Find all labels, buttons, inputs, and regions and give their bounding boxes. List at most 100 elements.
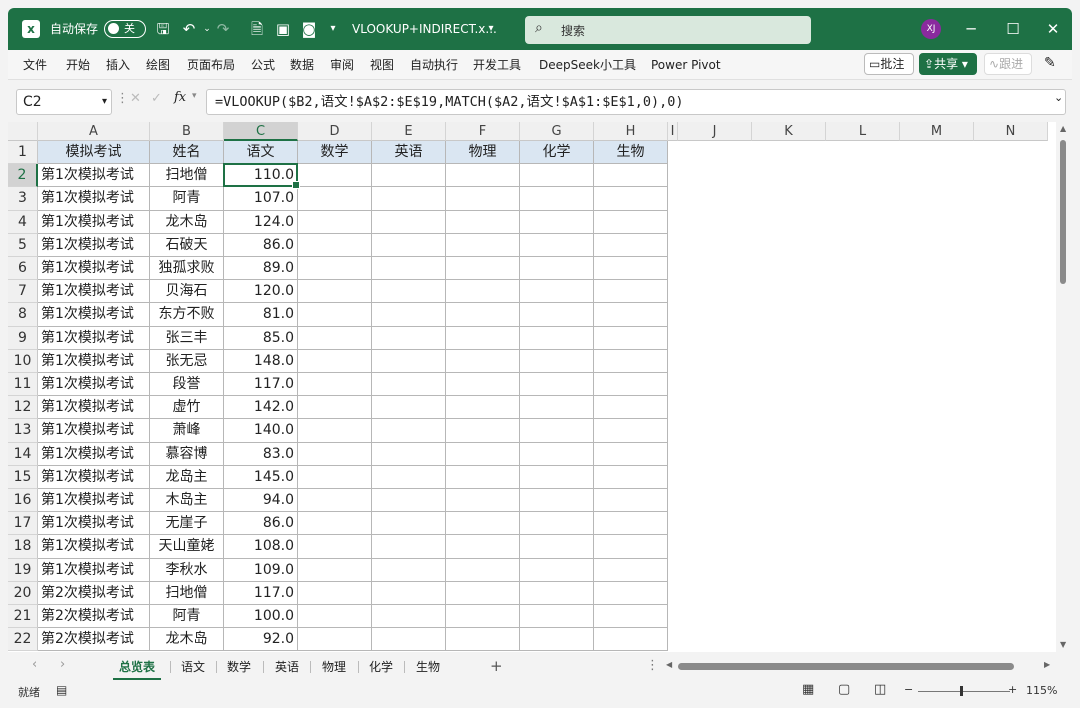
table-cell[interactable]: [372, 489, 446, 513]
table-cell[interactable]: [520, 558, 594, 582]
table-cell[interactable]: [372, 187, 446, 211]
table-cell[interactable]: 贝海石: [150, 280, 224, 304]
column-header-f[interactable]: F: [446, 122, 520, 141]
normal-view-icon[interactable]: ▦: [802, 682, 814, 697]
sheet-tab-physics[interactable]: 物理: [317, 656, 351, 678]
table-cell[interactable]: [372, 257, 446, 281]
row-header[interactable]: 12: [8, 396, 38, 420]
table-cell[interactable]: [372, 373, 446, 397]
sheet-tab-chinese[interactable]: 语文: [176, 656, 210, 678]
add-sheet-button[interactable]: +: [490, 657, 503, 675]
close-icon[interactable]: ✕: [1030, 8, 1076, 50]
table-cell[interactable]: 木岛主: [150, 489, 224, 513]
header-cell[interactable]: 姓名: [150, 141, 224, 165]
table-cell[interactable]: [594, 465, 668, 489]
file-name[interactable]: VLOOKUP+INDIRECT.x...: [352, 8, 497, 50]
table-cell[interactable]: [298, 628, 372, 652]
row-header[interactable]: 20: [8, 581, 38, 605]
table-cell[interactable]: [520, 233, 594, 257]
table-cell[interactable]: 94.0: [224, 489, 298, 513]
column-header-e[interactable]: E: [372, 122, 446, 141]
table-cell[interactable]: [520, 210, 594, 234]
table-cell[interactable]: 龙岛主: [150, 465, 224, 489]
sheet-tab-english[interactable]: 英语: [270, 656, 304, 678]
table-cell[interactable]: 117.0: [224, 581, 298, 605]
next-sheet-icon[interactable]: ›: [60, 657, 65, 672]
insert-function-icon[interactable]: fx: [174, 90, 186, 105]
table-cell[interactable]: 第2次模拟考试: [38, 581, 150, 605]
table-cell[interactable]: [372, 465, 446, 489]
table-cell[interactable]: 虚竹: [150, 396, 224, 420]
horizontal-scrollbar[interactable]: ◀ ▶: [666, 659, 1056, 673]
table-cell[interactable]: 第2次模拟考试: [38, 605, 150, 629]
column-header-l[interactable]: L: [826, 122, 900, 141]
tab-data[interactable]: 数据: [290, 50, 314, 80]
table-cell[interactable]: [520, 349, 594, 373]
table-cell[interactable]: 第2次模拟考试: [38, 628, 150, 652]
file-menu-chevron-icon[interactable]: ▾: [482, 20, 500, 38]
table-cell[interactable]: 阿青: [150, 605, 224, 629]
tab-insert[interactable]: 插入: [106, 50, 130, 80]
table-cell[interactable]: [298, 233, 372, 257]
row-header[interactable]: 9: [8, 326, 38, 350]
table-cell[interactable]: [594, 257, 668, 281]
save-icon[interactable]: 🖫: [154, 20, 172, 38]
row-header[interactable]: 2: [8, 164, 38, 188]
row-header[interactable]: 15: [8, 465, 38, 489]
table-cell[interactable]: [446, 280, 520, 304]
table-cell[interactable]: [594, 419, 668, 443]
table-cell[interactable]: [520, 419, 594, 443]
row-header[interactable]: 10: [8, 349, 38, 373]
share-button[interactable]: ⇪共享 ▾: [919, 53, 977, 75]
select-all-corner[interactable]: [8, 122, 38, 141]
tab-view[interactable]: 视图: [370, 50, 394, 80]
row-header[interactable]: 21: [8, 605, 38, 629]
row-header[interactable]: 14: [8, 442, 38, 466]
table-cell[interactable]: 张三丰: [150, 326, 224, 350]
table-cell[interactable]: [446, 187, 520, 211]
table-cell[interactable]: 第1次模拟考试: [38, 280, 150, 304]
table-cell[interactable]: [520, 512, 594, 536]
table-cell[interactable]: 第1次模拟考试: [38, 349, 150, 373]
zoom-in-icon[interactable]: +: [1008, 683, 1017, 696]
table-cell[interactable]: [298, 187, 372, 211]
chevron-down-icon[interactable]: ▾: [102, 90, 107, 114]
table-cell[interactable]: [446, 164, 520, 188]
row-header[interactable]: 6: [8, 257, 38, 281]
page-break-view-icon[interactable]: ◫: [874, 682, 886, 697]
row-header[interactable]: 18: [8, 535, 38, 559]
table-cell[interactable]: 117.0: [224, 373, 298, 397]
tab-options-icon[interactable]: ⋮: [646, 658, 659, 673]
table-cell[interactable]: [298, 303, 372, 327]
table-cell[interactable]: [594, 164, 668, 188]
tab-draw[interactable]: 绘图: [146, 50, 170, 80]
table-cell[interactable]: [372, 303, 446, 327]
table-cell[interactable]: 100.0: [224, 605, 298, 629]
table-cell[interactable]: [594, 535, 668, 559]
table-cell[interactable]: 124.0: [224, 210, 298, 234]
table-cell[interactable]: [372, 396, 446, 420]
table-cell[interactable]: 81.0: [224, 303, 298, 327]
zoom-level[interactable]: 115%: [1026, 684, 1057, 697]
row-header[interactable]: 11: [8, 373, 38, 397]
pen-icon[interactable]: ✎: [1044, 55, 1056, 71]
print-preview-icon[interactable]: 🗎: [248, 20, 266, 38]
table-cell[interactable]: 86.0: [224, 512, 298, 536]
table-cell[interactable]: 120.0: [224, 280, 298, 304]
table-cell[interactable]: [298, 465, 372, 489]
table-cell[interactable]: [298, 373, 372, 397]
table-cell[interactable]: 第1次模拟考试: [38, 512, 150, 536]
tab-deepseek[interactable]: DeepSeek小工具: [539, 50, 636, 80]
table-cell[interactable]: [594, 605, 668, 629]
tab-formulas[interactable]: 公式: [251, 50, 275, 80]
table-cell[interactable]: [298, 257, 372, 281]
redo-icon[interactable]: ↷: [214, 20, 232, 38]
row-header[interactable]: 5: [8, 233, 38, 257]
table-cell[interactable]: [594, 280, 668, 304]
expand-formula-icon[interactable]: ⌄: [1054, 91, 1063, 104]
table-cell[interactable]: [446, 396, 520, 420]
tab-automate[interactable]: 自动执行: [410, 50, 458, 80]
table-cell[interactable]: 148.0: [224, 349, 298, 373]
zoom-slider-thumb[interactable]: [960, 686, 963, 696]
table-cell[interactable]: 张无忌: [150, 349, 224, 373]
